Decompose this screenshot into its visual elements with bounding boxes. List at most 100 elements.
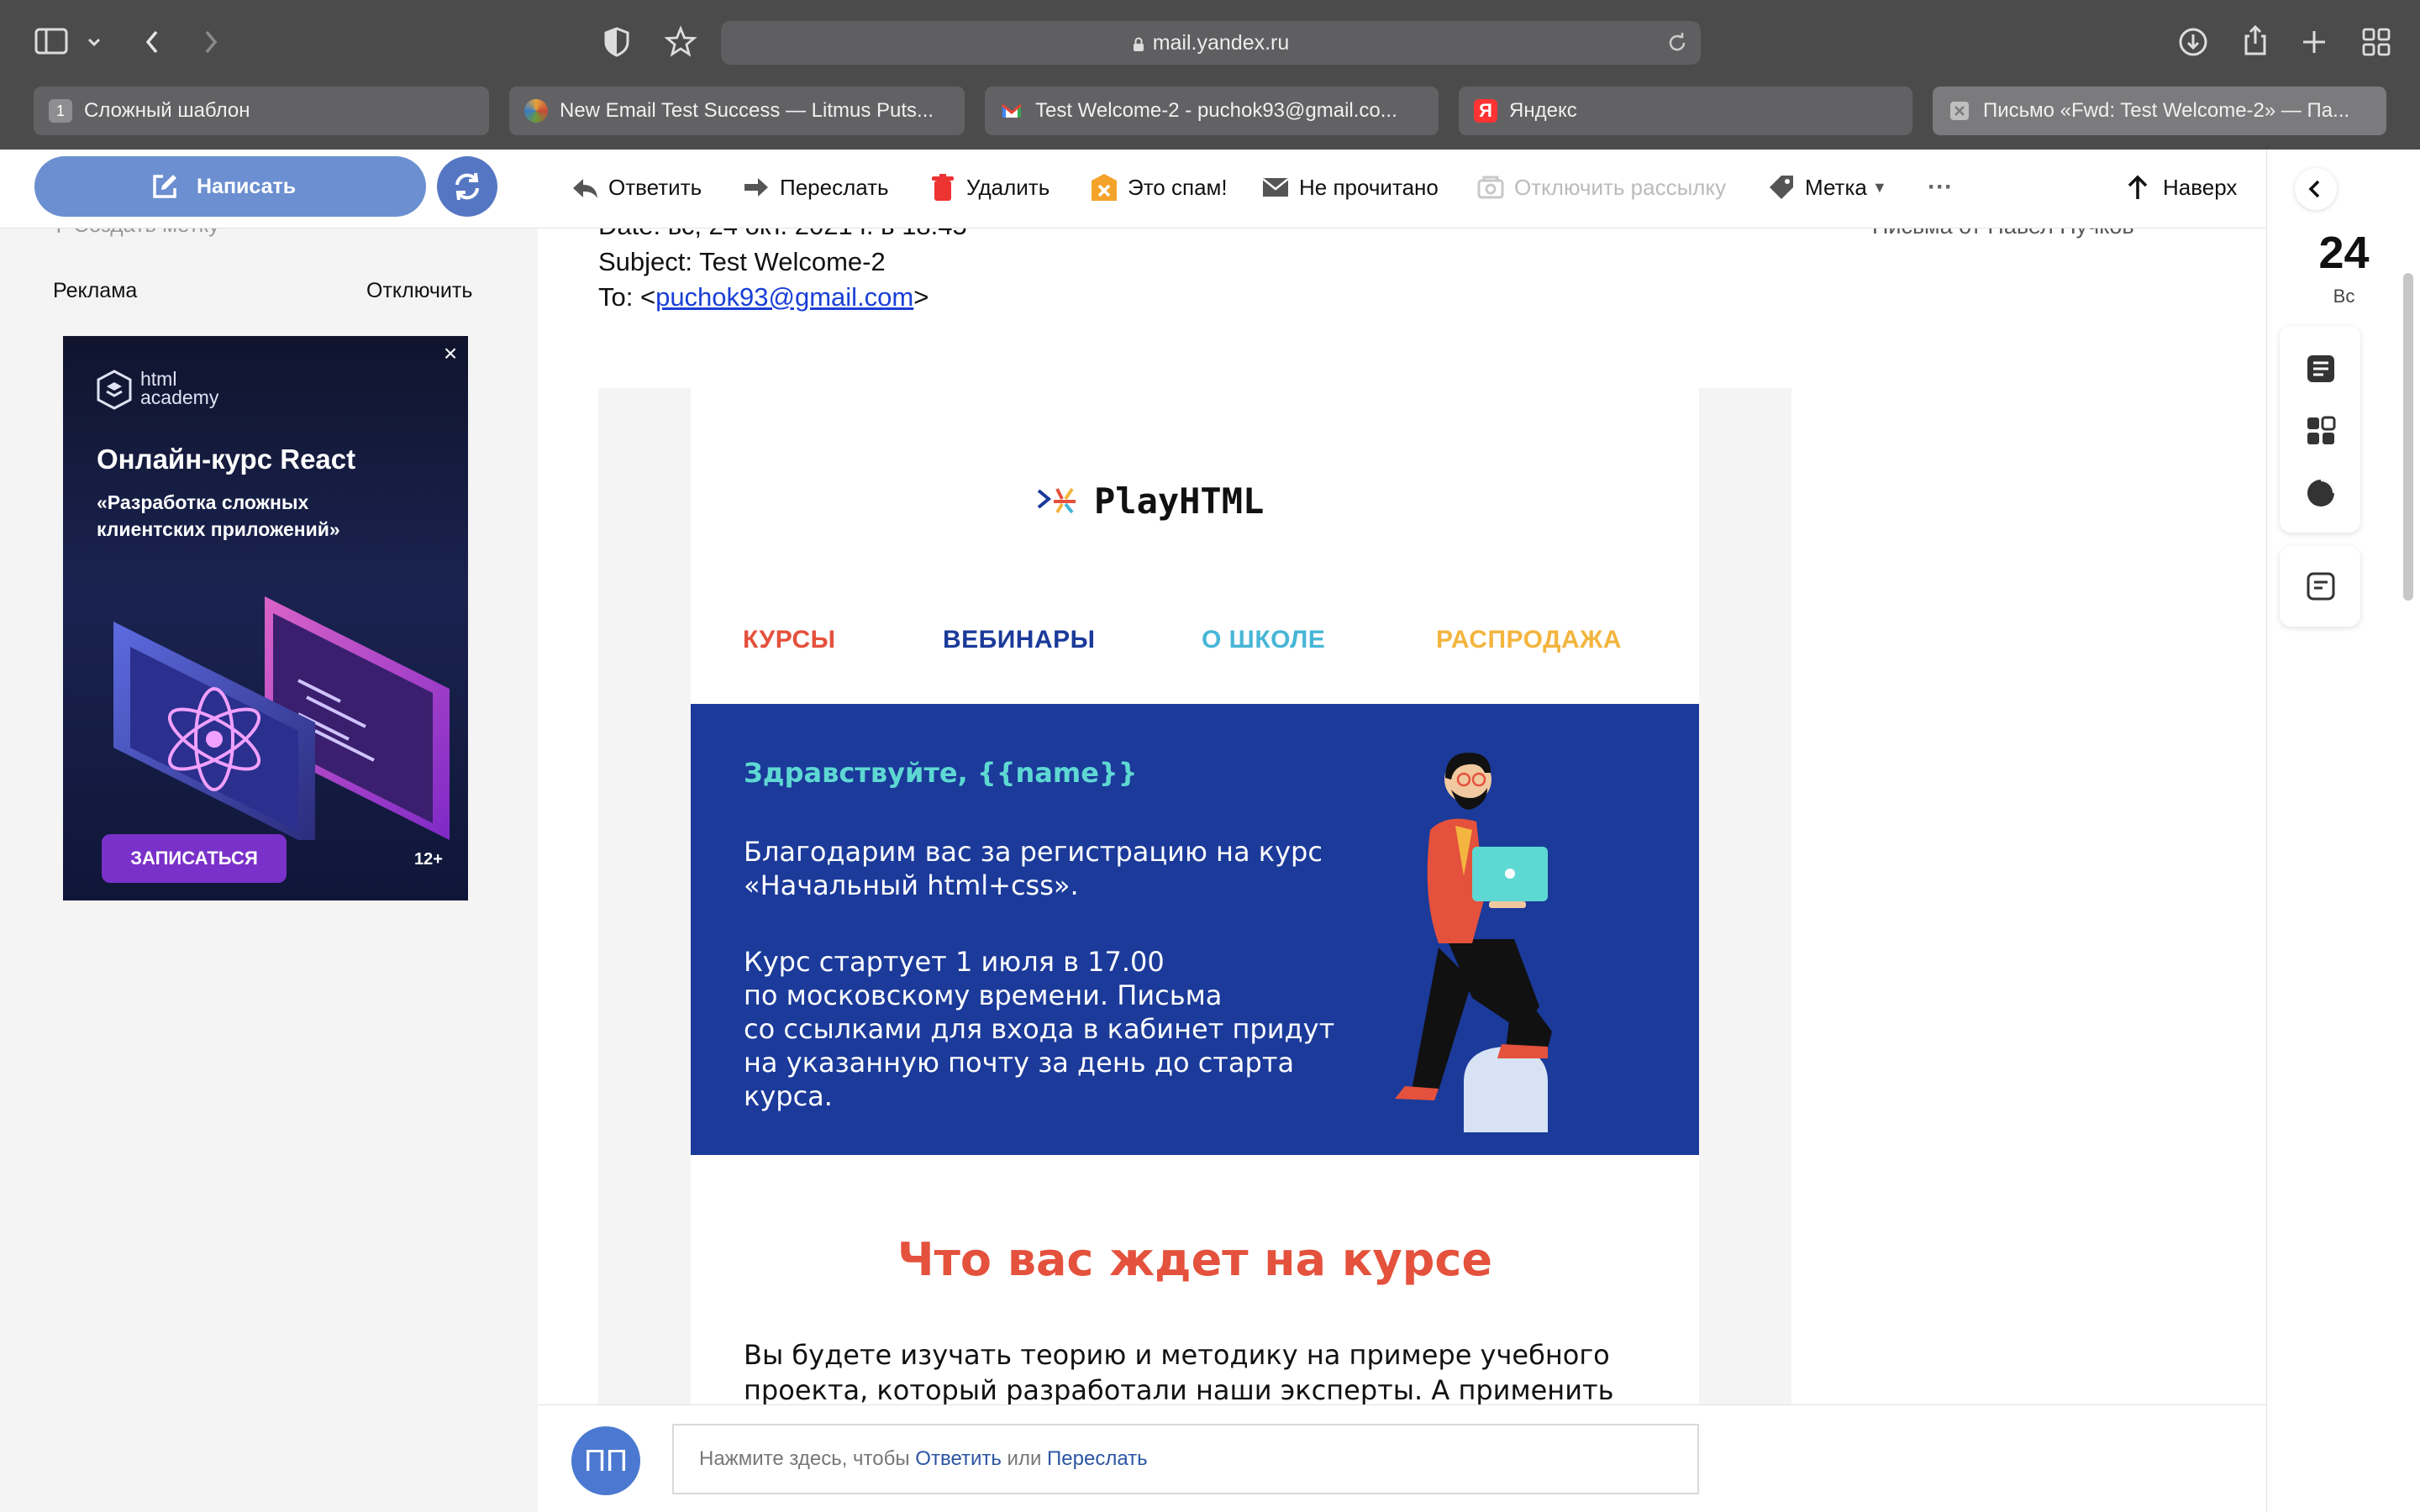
back-icon[interactable]	[133, 22, 173, 62]
quick-forward-link[interactable]: Переслать	[1047, 1447, 1148, 1470]
tab-badge: 1	[49, 99, 72, 123]
hero-p1-line2: «Начальный html+css».	[744, 869, 1079, 901]
ad-subline: «Разработка сложных клиентских приложени…	[97, 489, 340, 543]
student-illustration-icon	[1346, 729, 1699, 1149]
browser-chrome: mail.yandex.ru 1 Сложный шаблон New Emai…	[0, 0, 2420, 150]
chevron-left-icon	[2308, 180, 2320, 198]
label-text: Метка	[1805, 175, 1867, 200]
hero-p2-line4: на указанную почту за день до старта	[744, 1047, 1295, 1079]
tab-label: Яндекс	[1509, 99, 1577, 122]
avatar[interactable]: ПП	[571, 1426, 640, 1495]
ad-heading: Реклама	[53, 279, 138, 302]
downloads-icon[interactable]	[2173, 22, 2213, 62]
react-illustration-icon	[97, 588, 450, 840]
address-bar[interactable]: mail.yandex.ru	[721, 21, 1701, 65]
new-tab-icon[interactable]	[2294, 22, 2334, 62]
tab-overview-icon[interactable]	[2356, 22, 2396, 62]
nav-webinars[interactable]: ВЕБИНАРЫ	[943, 626, 1096, 654]
hero-p2-line2: по московскому времени. Письма	[744, 979, 1223, 1011]
quick-reply-bar: ПП Нажмите здесь, чтобы Ответить или Пер…	[538, 1404, 2266, 1512]
reply-label: Ответить	[608, 175, 702, 200]
hero-p2-line5: курса.	[744, 1080, 833, 1112]
rail-tools-card	[2280, 546, 2360, 627]
tab-label: Письмо «Fwd: Test Welcome-2» — Па...	[1983, 99, 2350, 122]
section-title: Что вас ждет на курсе	[897, 1233, 1492, 1286]
close-tab-icon[interactable]	[1948, 99, 1971, 123]
chevron-down-icon[interactable]	[77, 22, 111, 62]
disk-pie-icon[interactable]	[2305, 477, 2337, 509]
collapse-rail-button[interactable]	[2295, 168, 2337, 210]
spam-label: Это спам!	[1128, 175, 1228, 200]
refresh-icon	[455, 172, 479, 201]
ad-brand: html academy	[140, 370, 218, 407]
lock-icon	[1133, 37, 1144, 51]
to-prefix: To: <	[598, 282, 656, 312]
tab-complex-template[interactable]: 1 Сложный шаблон	[34, 87, 489, 135]
ad-brand-line1: html	[140, 368, 177, 390]
tab-label: New Email Test Success — Litmus Puts...	[560, 99, 934, 122]
nav-sale[interactable]: РАСПРОДАЖА	[1436, 626, 1622, 654]
yandex-favicon-icon: Я	[1474, 99, 1497, 123]
left-panel: + Создать метку Реклама Отключить × html…	[0, 210, 538, 1512]
quick-reply-input[interactable]: Нажмите здесь, чтобы Ответить или Пересл…	[672, 1424, 1699, 1494]
unsubscribe-label: Отключить рассылку	[1514, 175, 1727, 200]
ad-age-badge: 12+	[414, 850, 443, 869]
nav-courses[interactable]: КУРСЫ	[743, 626, 836, 654]
forward-arrow-icon	[741, 172, 771, 202]
hero-p2-line3: со ссылками для входа в кабинет придут	[744, 1013, 1335, 1045]
more-button[interactable]: ···	[1928, 150, 1953, 225]
hero-p1-line1: Благодарим вас за регистрацию на курс	[744, 836, 1323, 868]
greeting: Здравствуйте, {{name}}	[744, 757, 1138, 789]
tab-litmus[interactable]: New Email Test Success — Litmus Puts...	[509, 87, 965, 135]
scrollbar[interactable]	[2403, 273, 2413, 601]
section-body-line2: проекта, который разработали наши экспер…	[744, 1374, 1614, 1406]
section-body: Вы будете изучать теорию и методику на п…	[744, 1337, 1614, 1408]
compose-icon	[150, 171, 180, 202]
email-subject-line: Subject: Test Welcome-2	[598, 247, 886, 276]
quick-reply-link[interactable]: Ответить	[915, 1447, 1002, 1470]
calendar-day[interactable]: 24	[2267, 227, 2420, 279]
delete-label: Удалить	[966, 175, 1050, 200]
reload-icon[interactable]	[1664, 29, 1691, 56]
caret-down-icon: ▼	[1872, 179, 1887, 196]
calendar-weekday: Вс	[2333, 286, 2355, 307]
spam-icon	[1089, 172, 1119, 202]
reply-prompt: Нажмите здесь, чтобы	[699, 1447, 916, 1470]
document-icon[interactable]	[2305, 570, 2337, 602]
nav-about[interactable]: О ШКОЛЕ	[1202, 626, 1325, 654]
to-email-link[interactable]: puchok93@gmail.com	[655, 282, 913, 312]
compose-button[interactable]: Написать	[34, 156, 426, 217]
ad-brand-line2: academy	[140, 386, 219, 408]
tab-gmail[interactable]: Test Welcome-2 - puchok93@gmail.co...	[985, 87, 1439, 135]
share-icon[interactable]	[2235, 20, 2275, 60]
top-label: Наверх	[2163, 175, 2238, 200]
ad-cta-button[interactable]: ЗАПИСАТЬСЯ	[102, 834, 287, 883]
ad-close-icon[interactable]: ×	[438, 342, 463, 368]
url-text: mail.yandex.ru	[1152, 31, 1290, 55]
widgets-icon[interactable]	[2305, 415, 2337, 447]
arrow-up-icon	[2123, 172, 2153, 202]
tab-mail-active[interactable]: Письмо «Fwd: Test Welcome-2» — Па...	[1933, 87, 2386, 135]
refresh-button[interactable]	[437, 156, 497, 217]
tab-yandex[interactable]: Я Яндекс	[1459, 87, 1912, 135]
compose-label: Написать	[197, 175, 297, 198]
playhtml-logo-icon	[1035, 477, 1082, 524]
forward-label: Переслать	[780, 175, 889, 200]
email-to-line: To: <puchok93@gmail.com>	[598, 281, 929, 313]
ad-headline: Онлайн-курс React	[97, 444, 356, 475]
reply-icon	[570, 172, 600, 202]
notes-icon[interactable]	[2305, 353, 2337, 385]
trash-icon	[928, 172, 958, 202]
unread-label: Не прочитано	[1299, 175, 1439, 200]
privacy-shield-icon[interactable]	[597, 22, 637, 62]
star-icon[interactable]	[660, 22, 701, 62]
forward-icon[interactable]	[190, 22, 230, 62]
ad-disable-link[interactable]: Отключить	[366, 279, 472, 303]
right-rail: 24 Вс	[2266, 150, 2420, 1512]
to-suffix: >	[913, 282, 929, 312]
ad-banner[interactable]: × html academy Онлайн-курс React «Разраб…	[63, 336, 468, 900]
rail-apps-card	[2280, 326, 2360, 533]
html-academy-logo-icon	[97, 370, 132, 410]
sidebar-toggle-icon[interactable]	[32, 22, 72, 62]
ad-subline-2: клиентских приложений»	[97, 518, 340, 540]
